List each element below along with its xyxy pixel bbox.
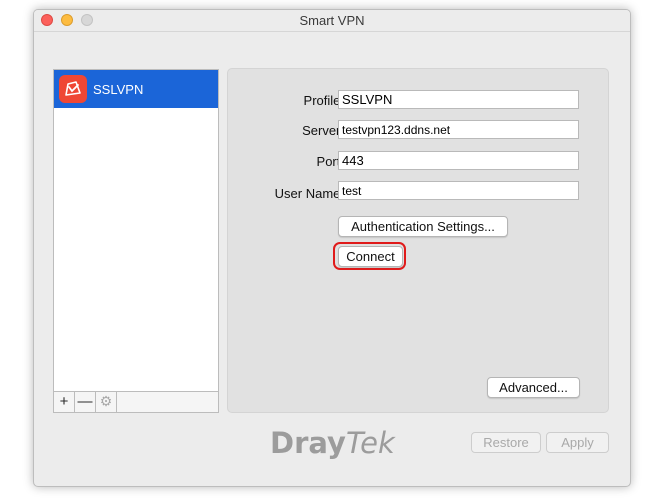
profile-list: SSLVPN: [53, 69, 219, 392]
username-field[interactable]: [338, 181, 579, 200]
advanced-button[interactable]: Advanced...: [487, 377, 580, 398]
connect-button[interactable]: Connect: [338, 246, 403, 267]
server-field[interactable]: [338, 120, 579, 139]
logo-text-dray: Dray: [270, 426, 346, 460]
remove-profile-button[interactable]: —: [75, 392, 96, 412]
server-label: Server:: [302, 123, 344, 138]
apply-button[interactable]: Apply: [546, 432, 609, 453]
profile-label: Profile:: [303, 93, 344, 108]
authentication-settings-button[interactable]: Authentication Settings...: [338, 216, 508, 237]
port-field[interactable]: [338, 151, 579, 170]
restore-button[interactable]: Restore: [471, 432, 541, 453]
draytek-logo: DrayTek: [270, 426, 395, 460]
draytek-app-icon: [59, 75, 87, 103]
profile-field[interactable]: [338, 90, 579, 109]
title-bar: Smart VPN: [34, 10, 630, 32]
profile-list-item-label: SSLVPN: [93, 82, 144, 97]
window-title: Smart VPN: [299, 13, 365, 28]
username-label: User Name:: [274, 186, 344, 201]
port-label: Port:: [316, 154, 344, 169]
gear-icon[interactable]: ⚙: [96, 392, 117, 412]
add-profile-button[interactable]: +: [54, 392, 75, 412]
profile-list-item-sslvpn[interactable]: SSLVPN: [54, 70, 218, 108]
profile-list-toolbar: + — ⚙: [53, 392, 219, 413]
smart-vpn-window: Smart VPN SSLVPN + — ⚙ Profile: Server: …: [33, 9, 631, 487]
logo-text-tek: Tek: [345, 426, 395, 460]
